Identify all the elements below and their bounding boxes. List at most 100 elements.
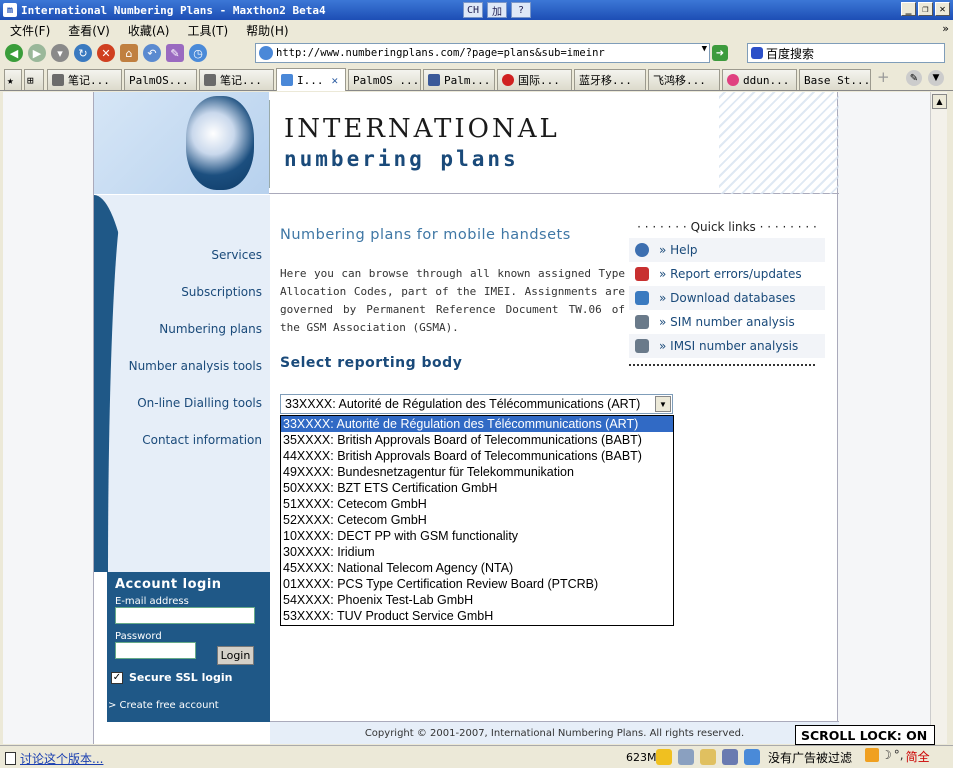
- option-art[interactable]: 33XXXX: Autorité de Régulation des Téléc…: [281, 416, 673, 432]
- grid-icon[interactable]: ⊞: [24, 69, 44, 90]
- option-cetecom-52[interactable]: 52XXXX: Cetecom GmbH: [281, 512, 673, 528]
- email-field[interactable]: [115, 607, 255, 624]
- site-header: INTERNATIONAL numbering plans: [94, 92, 839, 194]
- menu-tools[interactable]: 工具(T): [187, 22, 228, 39]
- ime-toolbar[interactable]: ☽ °, 简全: [865, 748, 930, 765]
- tab-2[interactable]: 笔记...: [199, 69, 274, 90]
- baidu-icon: [751, 47, 763, 59]
- chevron-down-icon[interactable]: ▼: [928, 70, 944, 86]
- tab-0[interactable]: 笔记...: [47, 69, 122, 90]
- search-input[interactable]: 百度搜索: [747, 43, 945, 63]
- back-icon[interactable]: ◀: [5, 44, 23, 62]
- filter-icon[interactable]: [744, 749, 760, 765]
- tab-4[interactable]: PalmOS ...: [348, 69, 421, 90]
- search-engine-label: 百度搜索: [766, 46, 815, 61]
- quick-link-help[interactable]: » Help: [629, 238, 825, 262]
- quick-link-report[interactable]: » Report errors/updates: [629, 262, 825, 286]
- tab-5[interactable]: Palm...: [423, 69, 495, 90]
- bookmark-icon[interactable]: ✎: [166, 44, 184, 62]
- input-language-icon[interactable]: CH: [463, 2, 483, 18]
- nav-subscriptions[interactable]: Subscriptions: [181, 285, 262, 299]
- close-tab-icon[interactable]: ✕: [332, 74, 339, 87]
- star-icon[interactable]: ★: [4, 69, 22, 90]
- menu-favorites[interactable]: 收藏(A): [128, 22, 170, 39]
- create-account-link[interactable]: > Create free account: [108, 700, 219, 711]
- chevron-down-icon[interactable]: ▼: [655, 396, 671, 412]
- forward-icon[interactable]: ▶: [28, 44, 46, 62]
- dropdown-icon[interactable]: ▾: [51, 44, 69, 62]
- window-title-bar[interactable]: m International Numbering Plans - Maxtho…: [0, 0, 953, 20]
- option-dect[interactable]: 10XXXX: DECT PP with GSM functionality: [281, 528, 673, 544]
- tab-icon: [428, 74, 440, 86]
- stop-icon[interactable]: ✕: [97, 44, 115, 62]
- home-icon[interactable]: ⌂: [120, 44, 138, 62]
- diamond-icon[interactable]: [722, 749, 738, 765]
- login-title: Account login: [115, 577, 222, 592]
- lightning-icon[interactable]: [656, 749, 672, 765]
- nav-services[interactable]: Services: [211, 248, 262, 262]
- select-current-value: 33XXXX: Autorité de Régulation des Téléc…: [285, 397, 641, 411]
- go-button[interactable]: ➜: [712, 45, 728, 61]
- menu-file[interactable]: 文件(F): [10, 22, 50, 39]
- password-label: Password: [115, 631, 162, 642]
- minimize-icon[interactable]: _: [901, 2, 916, 16]
- password-field[interactable]: [115, 642, 196, 659]
- vertical-scrollbar[interactable]: ▲: [930, 92, 947, 744]
- folder-icon[interactable]: [700, 749, 716, 765]
- page-viewport: INTERNATIONAL numbering plans Services S…: [3, 92, 930, 744]
- quick-link-download[interactable]: » Download databases: [629, 286, 825, 310]
- option-tuv[interactable]: 53XXXX: TUV Product Service GmbH: [281, 608, 673, 624]
- reporting-body-select[interactable]: 33XXXX: Autorité de Régulation des Téléc…: [280, 394, 673, 414]
- quick-link-imsi[interactable]: » IMSI number analysis: [629, 334, 825, 358]
- quick-link-sim[interactable]: » SIM number analysis: [629, 310, 825, 334]
- option-ptcrb[interactable]: 01XXXX: PCS Type Certification Review Bo…: [281, 576, 673, 592]
- logo-text-international: INTERNATIONAL: [284, 114, 560, 144]
- ime-mode[interactable]: 简全: [906, 748, 930, 765]
- discuss-version-link[interactable]: 讨论这个版本...: [5, 750, 103, 767]
- restore-icon[interactable]: ❐: [918, 2, 933, 16]
- history-icon[interactable]: ◷: [189, 44, 207, 62]
- chevron-down-icon[interactable]: ▼: [702, 44, 707, 54]
- tab-7[interactable]: 蓝牙移...: [574, 69, 646, 90]
- tab-9[interactable]: ddun...: [722, 69, 797, 90]
- new-tab-icon[interactable]: +: [877, 68, 890, 86]
- tab-1[interactable]: PalmOS...: [124, 69, 197, 90]
- refresh-icon[interactable]: ↻: [74, 44, 92, 62]
- help-icon[interactable]: ?: [511, 2, 531, 18]
- option-bundesnetzagentur[interactable]: 49XXXX: Bundesnetzagentur für Telekommun…: [281, 464, 673, 480]
- nav-contact-information[interactable]: Contact information: [142, 433, 262, 447]
- option-bzt[interactable]: 50XXXX: BZT ETS Certification GmbH: [281, 480, 673, 496]
- undo-icon[interactable]: ↶: [143, 44, 161, 62]
- tab-3-active[interactable]: I... ✕: [276, 68, 346, 91]
- login-button[interactable]: Login: [217, 646, 254, 665]
- printer-icon[interactable]: [678, 749, 694, 765]
- tab-icon: [52, 74, 64, 86]
- option-phoenix[interactable]: 54XXXX: Phoenix Test-Lab GmbH: [281, 592, 673, 608]
- ssl-checkbox[interactable]: ✓: [111, 671, 123, 684]
- address-url[interactable]: http://www.numberingplans.com/?page=plan…: [276, 47, 605, 59]
- ime-icon[interactable]: [865, 748, 879, 762]
- moon-icon[interactable]: ☽: [881, 748, 892, 765]
- tab-10[interactable]: Base St...: [799, 69, 871, 90]
- plus-icon[interactable]: 加: [487, 2, 507, 18]
- close-icon[interactable]: ✕: [935, 2, 950, 16]
- option-iridium[interactable]: 30XXXX: Iridium: [281, 544, 673, 560]
- menu-view[interactable]: 查看(V): [68, 22, 110, 39]
- option-nta[interactable]: 45XXXX: National Telecom Agency (NTA): [281, 560, 673, 576]
- scroll-up-icon[interactable]: ▲: [932, 94, 947, 109]
- address-bar[interactable]: http://www.numberingplans.com/?page=plan…: [255, 43, 710, 63]
- tools-icon[interactable]: ✎: [906, 70, 922, 86]
- globe-logo-icon: [186, 96, 254, 190]
- option-babt-35[interactable]: 35XXXX: British Approvals Board of Telec…: [281, 432, 673, 448]
- option-babt-44[interactable]: 44XXXX: British Approvals Board of Telec…: [281, 448, 673, 464]
- menu-help[interactable]: 帮助(H): [246, 22, 288, 39]
- nav-number-analysis-tools[interactable]: Number analysis tools: [129, 359, 262, 373]
- tab-8[interactable]: 飞鸿移...: [648, 69, 720, 90]
- nav-numbering-plans[interactable]: Numbering plans: [159, 322, 262, 336]
- ssl-checkbox-row[interactable]: ✓ Secure SSL login: [111, 671, 232, 684]
- tab-6[interactable]: 国际...: [497, 69, 572, 90]
- chevron-down-icon[interactable]: »: [942, 22, 949, 35]
- punctuation-icon[interactable]: °,: [894, 748, 904, 765]
- option-cetecom-51[interactable]: 51XXXX: Cetecom GmbH: [281, 496, 673, 512]
- nav-online-dialling-tools[interactable]: On-line Dialling tools: [137, 396, 262, 410]
